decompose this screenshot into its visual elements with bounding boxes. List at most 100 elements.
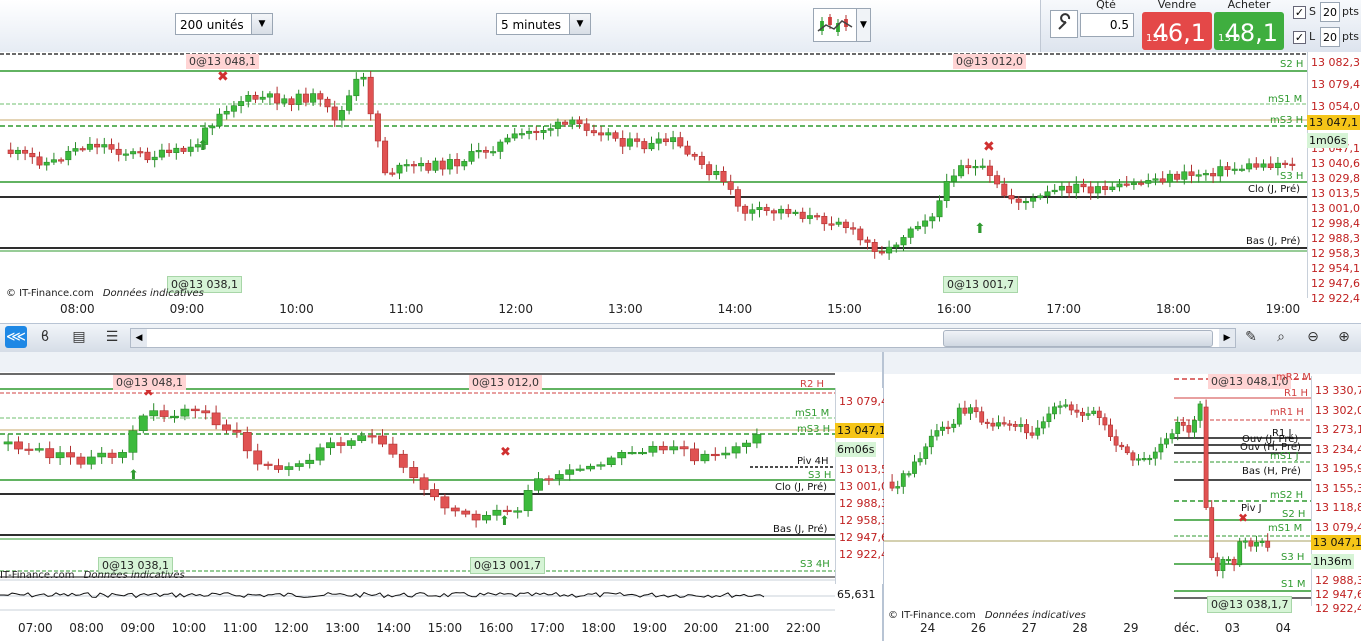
qty-input[interactable]: 0.5 [1080, 13, 1134, 37]
buy-button[interactable]: 13 0 48,1 [1214, 12, 1284, 50]
level-label: R1 H [1284, 388, 1309, 399]
stop-pts-input[interactable]: 20 [1320, 2, 1340, 22]
candle [14, 441, 23, 450]
bottom-left-chart-canvas[interactable]: ✖✖⬆⬆ [0, 352, 882, 641]
candle [1138, 182, 1145, 185]
candle [461, 161, 468, 167]
candle [1091, 410, 1097, 414]
zoom-fit-icon[interactable]: ⌕ [1270, 326, 1292, 348]
candle [1046, 413, 1052, 423]
candle [115, 148, 122, 155]
candle [173, 147, 180, 153]
time-tick-label: 19:00 [1265, 302, 1301, 316]
candle [973, 407, 979, 413]
candle [770, 210, 777, 214]
time-tick-label: 13:00 [608, 302, 643, 316]
candle [842, 221, 849, 228]
candle [996, 422, 1001, 427]
candle [45, 448, 55, 459]
candle [547, 128, 554, 131]
main-chart[interactable]: ✖ ✖ ⬆ ⬆ 0@13 048,1 0@13 012,0 0@13 038,1 0@… [0, 52, 1361, 323]
scroll-right-icon[interactable]: ▶ [1219, 329, 1235, 347]
level-label: Bas (J, Pré) [1246, 236, 1301, 247]
candle [1220, 559, 1226, 571]
candle [662, 138, 669, 143]
candle [749, 209, 756, 214]
time-tick-label: 22:00 [786, 621, 821, 635]
stop-checkbox[interactable]: ✓ [1293, 6, 1306, 19]
candle [357, 435, 367, 441]
candle [1152, 451, 1158, 459]
candle [871, 242, 878, 252]
overlapped-toolbar [0, 352, 882, 372]
chevron-down-icon[interactable]: ▼ [569, 14, 590, 34]
candle [266, 93, 273, 98]
candle [432, 160, 439, 171]
indicator-icon[interactable]: ϐ [34, 326, 56, 348]
level-label: mR1 H [1270, 407, 1304, 418]
candle [216, 113, 223, 127]
candle [450, 507, 460, 512]
interval-select[interactable]: 5 minutes ▼ [496, 13, 591, 35]
candle [440, 496, 450, 509]
candle [1035, 427, 1041, 436]
copyright-text: IT-Finance.com [0, 570, 75, 581]
buy-arrow-icon: ⬆ [499, 514, 510, 529]
candle [471, 513, 481, 521]
candle [502, 509, 512, 513]
scrollbar[interactable]: ◀ ▶ [130, 328, 1236, 348]
candle [1141, 457, 1147, 461]
price-tick-label: 12 958,3 [839, 514, 888, 527]
candle [326, 442, 335, 449]
candle [1192, 420, 1197, 433]
candle [331, 106, 338, 121]
candle [634, 138, 641, 142]
level-label: mS3 H [797, 424, 831, 435]
candle [940, 426, 945, 431]
notes-icon[interactable]: ▤ [68, 326, 90, 348]
zoom-out-icon[interactable]: ⊖ [1302, 326, 1324, 348]
candle [94, 143, 101, 148]
candle [936, 200, 943, 218]
zoom-in-icon[interactable]: ⊕ [1333, 326, 1355, 348]
candle [956, 407, 962, 425]
bottom-left-chart[interactable]: ✖ ✖ ⬆ ⬆ 0@13 048,1 0@13 012,0 0@13 038,1 0@… [0, 352, 888, 641]
candle-timer-badge: 1m06s [1307, 133, 1349, 148]
candle [482, 150, 489, 153]
candle [403, 164, 410, 167]
chart-type-chevron-icon[interactable]: ▼ [856, 8, 871, 42]
share-icon[interactable]: ⋘ [5, 326, 27, 348]
candle [1214, 557, 1220, 571]
chart-type-button[interactable] [813, 8, 857, 42]
interval-select-value: 5 minutes [501, 18, 562, 32]
candle [1197, 403, 1203, 421]
price-tick-label: 12 922,4 [839, 548, 888, 561]
chevron-down-icon[interactable]: ▼ [251, 14, 272, 34]
sell-button[interactable]: 13 0 46,1 [1142, 12, 1212, 50]
price-tick-label: 12 988,3 [1315, 574, 1361, 587]
candle [929, 216, 936, 222]
candle [1217, 166, 1224, 177]
bottom-right-chart[interactable]: ✖ 0@13 048,1,0 0@13 038,1,7 mR2 M R1 H m… [884, 352, 1361, 641]
candle [526, 130, 533, 134]
scrollbar-thumb[interactable] [943, 330, 1213, 347]
candle [1209, 507, 1215, 558]
candle [1030, 197, 1037, 202]
limit-checkbox[interactable]: ✓ [1293, 31, 1306, 44]
candle [1073, 183, 1080, 194]
layers-icon[interactable]: ☰ [101, 326, 123, 348]
candle [151, 156, 158, 161]
candle [734, 189, 741, 207]
candle [540, 130, 547, 133]
draw-tool-icon[interactable]: ✎ [1240, 326, 1262, 348]
scroll-left-icon[interactable]: ◀ [131, 329, 147, 347]
limit-pts-input[interactable]: 20 [1320, 27, 1340, 47]
settings-button[interactable] [1050, 10, 1078, 38]
candle [720, 170, 727, 183]
candle [922, 220, 929, 227]
candle [984, 421, 990, 424]
units-select[interactable]: 200 unités ▼ [175, 13, 273, 35]
candle [180, 408, 190, 417]
price-tick-label: 12 947,6 [839, 531, 888, 544]
candle [58, 159, 65, 162]
